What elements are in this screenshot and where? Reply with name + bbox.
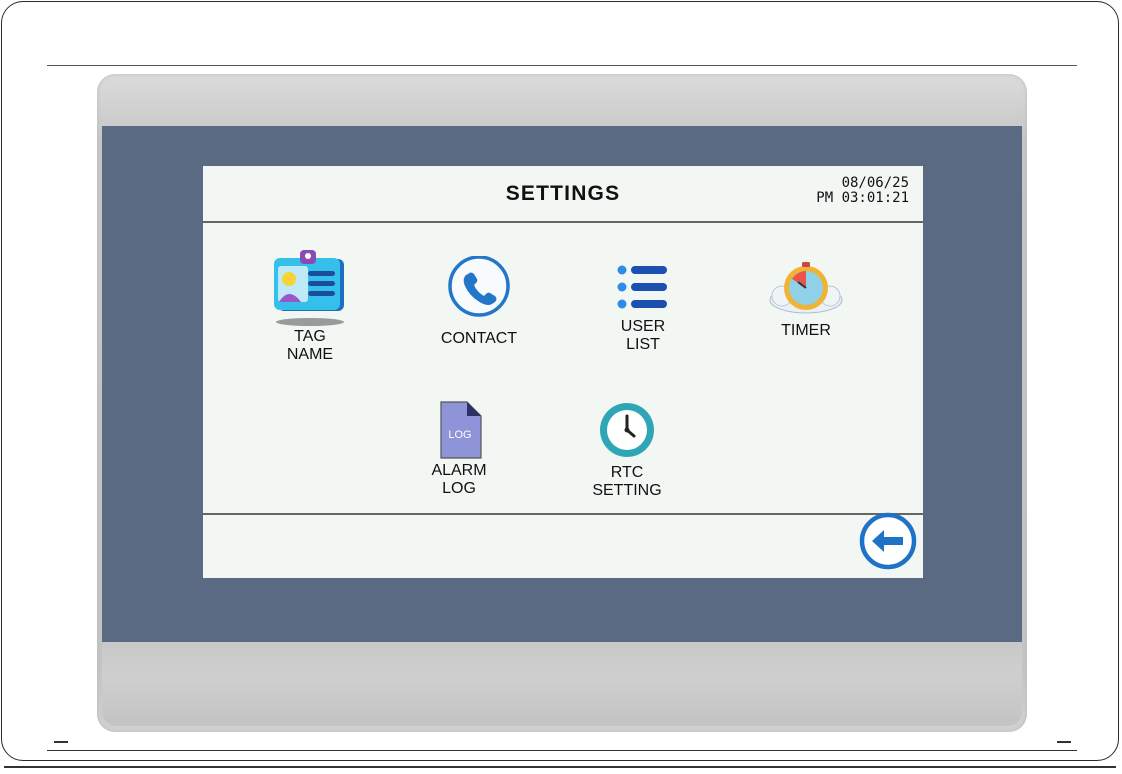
log-icon-text: LOG — [448, 429, 471, 441]
page-bottom-rule — [4, 766, 1116, 768]
log-file-icon: LOG — [440, 401, 482, 459]
page-title: SETTINGS — [505, 182, 621, 205]
id-card-icon — [274, 250, 344, 326]
timer-icon — [769, 262, 843, 314]
contact-label: CONTACT — [440, 330, 518, 347]
back-arrow-icon[interactable] — [859, 512, 917, 570]
alarm-log-label-1: ALARM — [431, 462, 487, 479]
timer-button[interactable]: TIMER — [758, 258, 854, 340]
alarm-log-button[interactable]: LOG ALARM LOG — [417, 398, 501, 498]
timer-label: TIMER — [781, 322, 831, 339]
phone-icon — [448, 256, 510, 317]
datetime-display: 08/06/25 PM 03:01:21 — [816, 176, 909, 206]
alarm-log-label-2: LOG — [442, 480, 476, 497]
contact-button[interactable]: CONTACT — [427, 256, 531, 348]
hmi-bezel-bottom — [102, 642, 1022, 726]
user-list-label-1: USER — [620, 318, 666, 335]
header-divider — [203, 221, 923, 223]
hmi-screen: SETTINGS 08/06/25 PM 03:01:21 TAG NAME C… — [203, 166, 923, 578]
top-rule — [47, 65, 1077, 66]
corner-tick-left — [54, 741, 68, 743]
rtc-setting-label-1: RTC — [610, 464, 644, 481]
user-list-label-2: LIST — [626, 336, 660, 353]
tag-name-button[interactable]: TAG NAME — [265, 246, 355, 364]
user-list-button[interactable]: USER LIST — [598, 256, 688, 354]
clock-icon — [600, 403, 654, 457]
rtc-setting-button[interactable]: RTC SETTING — [581, 400, 673, 500]
rtc-setting-label-2: SETTING — [592, 482, 662, 499]
time-text: PM 03:01:21 — [816, 190, 909, 206]
list-icon — [617, 265, 667, 309]
tag-name-label-2: NAME — [286, 346, 334, 363]
footer-divider — [203, 513, 923, 515]
tag-name-label-1: TAG — [294, 328, 326, 345]
bottom-rule — [47, 750, 1077, 751]
corner-tick-right — [1057, 741, 1071, 743]
date-text: 08/06/25 — [841, 175, 909, 191]
